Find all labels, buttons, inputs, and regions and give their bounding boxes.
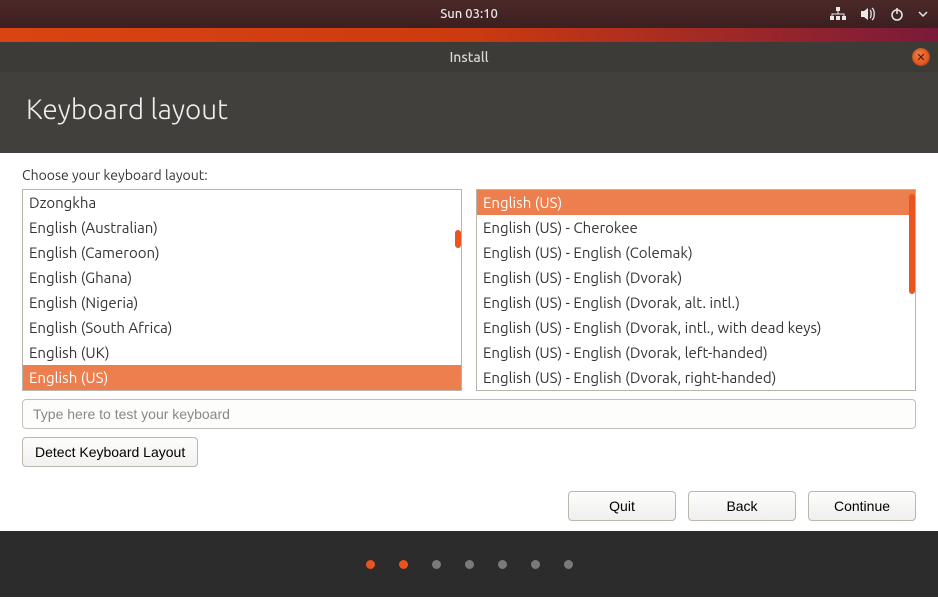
- variant-item[interactable]: English (US) - English (Dvorak, left-han…: [477, 340, 915, 365]
- footer-buttons: Quit Back Continue: [22, 491, 916, 521]
- layout-item[interactable]: English (Cameroon): [23, 240, 461, 265]
- progress-dot: [564, 560, 573, 569]
- system-topbar: Sun 03:10: [0, 0, 938, 28]
- variant-item[interactable]: English (US) - English (Dvorak, right-ha…: [477, 365, 915, 390]
- layout-item[interactable]: Dzongkha: [23, 190, 461, 215]
- prompt-text: Choose your keyboard layout:: [22, 167, 916, 183]
- network-icon[interactable]: [830, 7, 846, 21]
- variant-item[interactable]: English (US) - English (Colemak): [477, 240, 915, 265]
- variant-item[interactable]: English (US) - Cherokee: [477, 215, 915, 240]
- variant-item[interactable]: English (US) - English (Dvorak): [477, 265, 915, 290]
- layout-item[interactable]: Esperanto: [23, 390, 461, 391]
- layout-item[interactable]: English (South Africa): [23, 315, 461, 340]
- variant-item[interactable]: English (US) - English (Dvorak, alt. int…: [477, 290, 915, 315]
- clock-text: Sun 03:10: [440, 7, 498, 21]
- progress-dot: [465, 560, 474, 569]
- variant-item[interactable]: English (US): [477, 190, 915, 215]
- layout-item[interactable]: English (Australian): [23, 215, 461, 240]
- window-titlebar: Install ✕: [0, 42, 938, 72]
- layout-item[interactable]: English (Nigeria): [23, 290, 461, 315]
- main-content: Choose your keyboard layout: DzongkhaEng…: [0, 153, 938, 531]
- close-button[interactable]: ✕: [912, 48, 930, 66]
- volume-icon[interactable]: [860, 7, 876, 21]
- layouts-listbox[interactable]: DzongkhaEnglish (Australian)English (Cam…: [22, 189, 462, 391]
- scrollbar-thumb[interactable]: [909, 194, 915, 294]
- progress-dot: [399, 560, 408, 569]
- detect-layout-button[interactable]: Detect Keyboard Layout: [22, 437, 198, 467]
- power-icon[interactable]: [890, 7, 904, 21]
- scrollbar-thumb[interactable]: [455, 230, 461, 248]
- variant-item[interactable]: English (US) - English (Macintosh): [477, 390, 915, 391]
- close-icon: ✕: [916, 51, 925, 64]
- progress-dot: [498, 560, 507, 569]
- progress-indicator: [0, 531, 938, 597]
- layout-lists: DzongkhaEnglish (Australian)English (Cam…: [22, 189, 916, 391]
- progress-dot: [432, 560, 441, 569]
- layout-item[interactable]: English (UK): [23, 340, 461, 365]
- decorative-gradient: [0, 28, 938, 42]
- keyboard-test-input[interactable]: [22, 399, 916, 429]
- page-header: Keyboard layout: [0, 72, 938, 153]
- page-title: Keyboard layout: [26, 94, 912, 125]
- continue-button[interactable]: Continue: [808, 491, 916, 521]
- layout-item[interactable]: English (Ghana): [23, 265, 461, 290]
- progress-dot: [366, 560, 375, 569]
- system-tray: [830, 7, 928, 21]
- quit-button[interactable]: Quit: [568, 491, 676, 521]
- chevron-down-icon[interactable]: [918, 10, 928, 18]
- progress-dot: [531, 560, 540, 569]
- back-button[interactable]: Back: [688, 491, 796, 521]
- variants-listbox[interactable]: English (US)English (US) - CherokeeEngli…: [476, 189, 916, 391]
- window-title: Install: [449, 49, 488, 65]
- layout-item[interactable]: English (US): [23, 365, 461, 390]
- variant-item[interactable]: English (US) - English (Dvorak, intl., w…: [477, 315, 915, 340]
